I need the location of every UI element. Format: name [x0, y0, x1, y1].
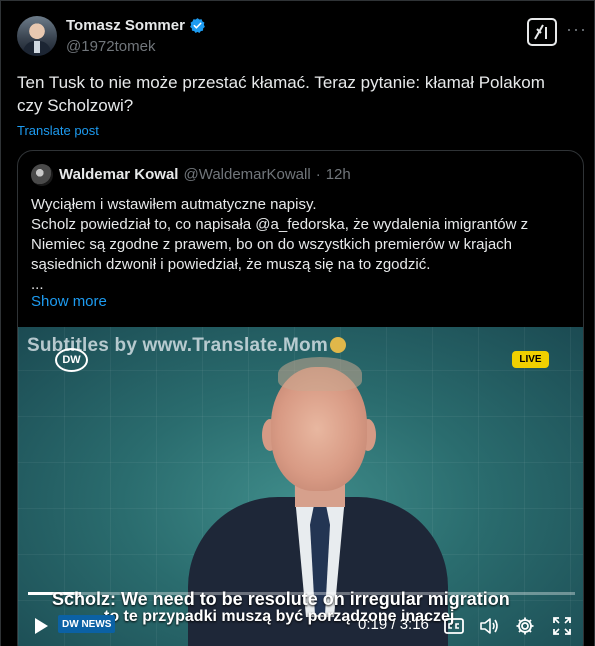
- dw-logo: DW: [55, 348, 88, 372]
- quote-text-line: sąsiednich dzwonił i powiedział, że musz…: [31, 256, 431, 273]
- quote-author-avatar: [31, 164, 53, 186]
- speaker-hair: [278, 357, 362, 391]
- author-name[interactable]: Tomasz Sommer: [66, 17, 185, 34]
- grok-icon: [534, 24, 547, 40]
- quote-text-line: ...: [31, 276, 44, 293]
- settings-button[interactable]: [515, 614, 535, 638]
- live-badge: LIVE: [512, 351, 549, 368]
- video-player[interactable]: Subtitles by www.Translate.Mom DW LIVE S…: [18, 327, 583, 646]
- quoted-post-card[interactable]: Waldemar Kowal @WaldemarKowall · 12h Wyc…: [17, 150, 584, 646]
- quote-text-line: Wyciąłem i wstawiłem autmatyczne napisy.: [31, 196, 317, 213]
- quote-text-line: Niemiec są zgodne z prawem, bo on do wsz…: [31, 236, 513, 253]
- volume-button[interactable]: [479, 614, 499, 638]
- translate-post-link[interactable]: Translate post: [17, 123, 99, 138]
- show-more-link[interactable]: Show more: [31, 293, 107, 310]
- volume-icon: [480, 618, 498, 634]
- fullscreen-icon: [553, 617, 571, 635]
- author-handle[interactable]: @1972tomek: [66, 38, 155, 55]
- captions-button[interactable]: [444, 614, 464, 638]
- dw-news-logo: DW NEWS: [58, 615, 116, 633]
- author-avatar[interactable]: [17, 16, 57, 56]
- quote-text: Wyciąłem i wstawiłem autmatyczne napisy.…: [31, 195, 571, 295]
- fullscreen-button[interactable]: [552, 614, 572, 638]
- play-icon: [35, 618, 48, 634]
- quote-timestamp: 12h: [325, 166, 351, 183]
- gear-icon: [516, 617, 534, 635]
- author-name-row: Tomasz Sommer: [66, 17, 206, 34]
- quote-author-handle: @WaldemarKowall: [183, 166, 311, 183]
- post-text: Ten Tusk to nie może przestać kłamać. Te…: [17, 73, 545, 115]
- quote-author-name: Waldemar Kowal: [59, 166, 179, 183]
- video-time: 0:19 / 3:16: [358, 616, 429, 633]
- quote-separator: ·: [315, 166, 321, 183]
- closed-captions-icon: [444, 618, 464, 634]
- avatar-shirt: [34, 41, 40, 53]
- verified-badge-icon: [190, 18, 205, 33]
- caption-english: Scholz: We need to be resolute on irregu…: [52, 589, 510, 609]
- grok-button[interactable]: [527, 18, 557, 46]
- play-button[interactable]: [32, 614, 50, 638]
- more-icon[interactable]: ···: [566, 20, 587, 38]
- quote-header: Waldemar Kowal @WaldemarKowall · 12h: [59, 166, 351, 184]
- quote-text-line: Scholz powiedział to, co napisała @a_fed…: [31, 216, 529, 233]
